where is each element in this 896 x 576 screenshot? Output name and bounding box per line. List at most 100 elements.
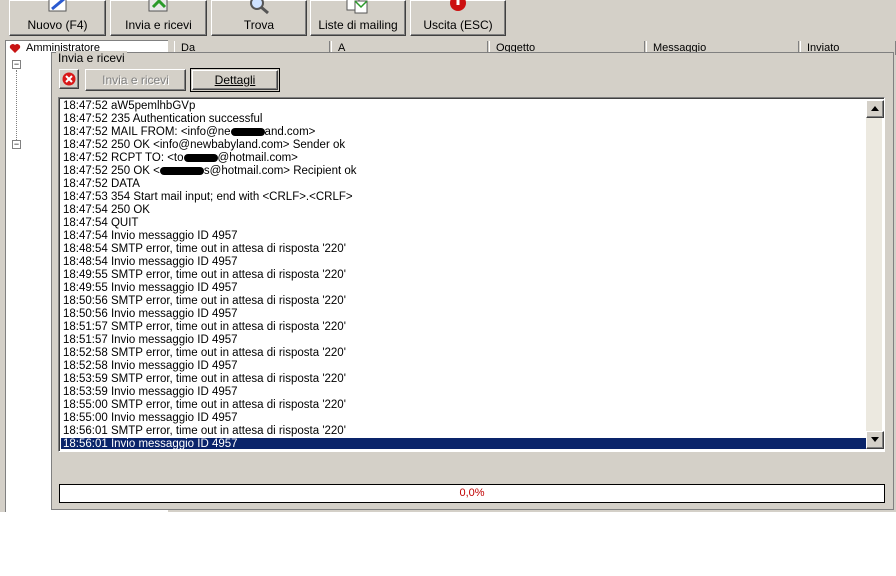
mailing-list-icon bbox=[346, 0, 368, 14]
find-icon bbox=[250, 0, 269, 15]
details-button-label: Dettagli bbox=[192, 70, 278, 90]
log-time: 18:47:53 bbox=[63, 191, 111, 203]
tree-connector bbox=[16, 70, 17, 140]
log-text: SMTP error, time out in attesa di rispos… bbox=[110, 269, 346, 281]
log-line[interactable]: 18:50:56 SMTP error, time out in attesa … bbox=[61, 295, 866, 308]
toolbar: Nuovo (F4) Invia e ricevi Trova Liste di… bbox=[0, 0, 896, 37]
chevron-up-icon bbox=[871, 106, 879, 111]
dialog-title: Invia e ricevi bbox=[56, 51, 127, 65]
log-text: aW5pemlhbGVp bbox=[110, 100, 196, 112]
log-text: SMTP error, time out in attesa di rispos… bbox=[110, 295, 346, 307]
log-line[interactable]: 18:48:54 Invio messaggio ID 4957 bbox=[61, 256, 866, 269]
log-lines: 18:47:52 aW5pemlhbGVp 18:47:52 235 Authen… bbox=[61, 100, 866, 449]
log-line[interactable]: 18:52:58 SMTP error, time out in attesa … bbox=[61, 347, 866, 360]
log-text: and.com> bbox=[264, 126, 316, 138]
log-text: 250 OK <info@newbabyland.com> Sender ok bbox=[110, 139, 346, 151]
log-time: 18:51:57 bbox=[63, 321, 111, 333]
new-message-icon bbox=[48, 0, 66, 12]
log-time: 18:47:52 bbox=[63, 100, 111, 112]
log-line[interactable]: 18:52:58 Invio messaggio ID 4957 bbox=[61, 360, 866, 373]
exit-icon bbox=[450, 0, 466, 11]
log-listbox[interactable]: 18:47:52 aW5pemlhbGVp 18:47:52 235 Authen… bbox=[58, 97, 885, 452]
log-time: 18:48:54 bbox=[63, 256, 111, 268]
log-line[interactable]: 18:47:52 DATA bbox=[61, 178, 866, 191]
log-line[interactable]: 18:48:54 SMTP error, time out in attesa … bbox=[61, 243, 866, 256]
log-text: Invio messaggio ID 4957 bbox=[110, 360, 238, 372]
log-line[interactable]: 18:49:55 SMTP error, time out in attesa … bbox=[61, 269, 866, 282]
log-line[interactable]: 18:47:52 aW5pemlhbGVp bbox=[61, 100, 866, 113]
log-time: 18:47:52 bbox=[63, 178, 111, 190]
log-text: MAIL FROM: <info@ne bbox=[110, 126, 231, 138]
tree-expander-icon[interactable]: − bbox=[12, 140, 21, 149]
log-text: SMTP error, time out in attesa di rispos… bbox=[110, 425, 346, 437]
log-line[interactable]: 18:55:00 Invio messaggio ID 4957 bbox=[61, 412, 866, 425]
log-line[interactable]: 18:56:01 SMTP error, time out in attesa … bbox=[61, 425, 866, 438]
log-line[interactable]: 18:53:59 Invio messaggio ID 4957 bbox=[61, 386, 866, 399]
log-time: 18:47:54 bbox=[63, 217, 111, 229]
log-time: 18:47:52 bbox=[63, 139, 111, 151]
log-text: Invio messaggio ID 4957 bbox=[110, 308, 238, 320]
log-line[interactable]: 18:47:52 250 OK <info@newbabyland.com> S… bbox=[61, 139, 866, 152]
find-button[interactable]: Trova bbox=[211, 0, 307, 36]
log-line[interactable]: 18:51:57 Invio messaggio ID 4957 bbox=[61, 334, 866, 347]
log-text: RCPT TO: <to bbox=[110, 152, 184, 164]
log-text: 250 OK bbox=[110, 204, 150, 216]
redacted-text bbox=[230, 127, 265, 136]
send-receive-toolbar-button[interactable]: Invia e ricevi bbox=[110, 0, 207, 36]
log-text: Invio messaggio ID 4957 bbox=[110, 256, 238, 268]
log-text: Invio messaggio ID 4957 bbox=[110, 230, 238, 242]
scroll-down-button[interactable] bbox=[866, 431, 884, 449]
log-time: 18:50:56 bbox=[63, 308, 111, 320]
log-text: SMTP error, time out in attesa di rispos… bbox=[110, 347, 346, 359]
log-time: 18:47:52 bbox=[63, 113, 111, 125]
log-time: 18:47:52 bbox=[63, 152, 111, 164]
log-line[interactable]: 18:47:54 250 OK bbox=[61, 204, 866, 217]
log-text: Invio messaggio ID 4957 bbox=[110, 282, 238, 294]
scroll-up-button[interactable] bbox=[866, 100, 884, 118]
progress-bar: 0,0% bbox=[59, 484, 885, 503]
new-button[interactable]: Nuovo (F4) bbox=[9, 0, 106, 36]
log-line[interactable]: 18:50:56 Invio messaggio ID 4957 bbox=[61, 308, 866, 321]
send-receive-toolbar-label: Invia e ricevi bbox=[125, 18, 192, 32]
log-line[interactable]: 18:47:53 354 Start mail input; end with … bbox=[61, 191, 866, 204]
details-button[interactable]: Dettagli bbox=[190, 68, 280, 92]
log-line[interactable]: 18:47:54 Invio messaggio ID 4957 bbox=[61, 230, 866, 243]
send-receive-button[interactable]: Invia e ricevi bbox=[85, 69, 186, 91]
log-text: 235 Authentication successful bbox=[110, 113, 263, 125]
log-line[interactable]: 18:47:54 QUIT bbox=[61, 217, 866, 230]
log-text: @hotmail.com> bbox=[217, 152, 298, 164]
log-line[interactable]: 18:51:57 SMTP error, time out in attesa … bbox=[61, 321, 866, 334]
log-line[interactable]: 18:56:01 Invio messaggio ID 4957 bbox=[61, 438, 866, 449]
log-time: 18:55:00 bbox=[63, 412, 111, 424]
exit-button[interactable]: Uscita (ESC) bbox=[410, 0, 506, 36]
log-time: 18:52:58 bbox=[63, 347, 111, 359]
log-text: SMTP error, time out in attesa di rispos… bbox=[110, 243, 346, 255]
log-scrollbar[interactable] bbox=[866, 100, 884, 449]
log-time: 18:47:54 bbox=[63, 230, 111, 242]
tree-expander-icon[interactable]: − bbox=[12, 60, 21, 69]
log-line[interactable]: 18:47:52 250 OK < s@hotmail.com> Recipien… bbox=[61, 165, 866, 178]
log-line[interactable]: 18:47:52 235 Authentication successful bbox=[61, 113, 866, 126]
mailing-lists-button[interactable]: Liste di mailing bbox=[310, 0, 406, 36]
log-line[interactable]: 18:53:59 SMTP error, time out in attesa … bbox=[61, 373, 866, 386]
close-icon bbox=[62, 72, 76, 86]
redacted-text bbox=[159, 166, 204, 175]
find-button-label: Trova bbox=[243, 18, 275, 32]
send-receive-icon bbox=[148, 0, 167, 12]
log-time: 18:49:55 bbox=[63, 282, 111, 294]
log-time: 18:53:59 bbox=[63, 373, 111, 385]
log-time: 18:47:52 bbox=[63, 165, 111, 177]
mailing-lists-label: Liste di mailing bbox=[318, 18, 398, 32]
log-line[interactable]: 18:49:55 Invio messaggio ID 4957 bbox=[61, 282, 866, 295]
log-text: QUIT bbox=[110, 217, 139, 229]
log-line[interactable]: 18:55:00 SMTP error, time out in attesa … bbox=[61, 399, 866, 412]
log-line[interactable]: 18:47:52 RCPT TO: <to @hotmail.com> bbox=[61, 152, 866, 165]
heart-icon bbox=[9, 44, 21, 53]
log-time: 18:47:54 bbox=[63, 204, 111, 216]
stop-button[interactable] bbox=[59, 69, 79, 89]
log-text: Invio messaggio ID 4957 bbox=[110, 386, 238, 398]
log-text: 354 Start mail input; end with <CRLF>.<C… bbox=[110, 191, 353, 203]
log-time: 18:51:57 bbox=[63, 334, 111, 346]
redacted-text bbox=[183, 153, 218, 162]
log-line[interactable]: 18:47:52 MAIL FROM: <info@ne and.com> bbox=[61, 126, 866, 139]
